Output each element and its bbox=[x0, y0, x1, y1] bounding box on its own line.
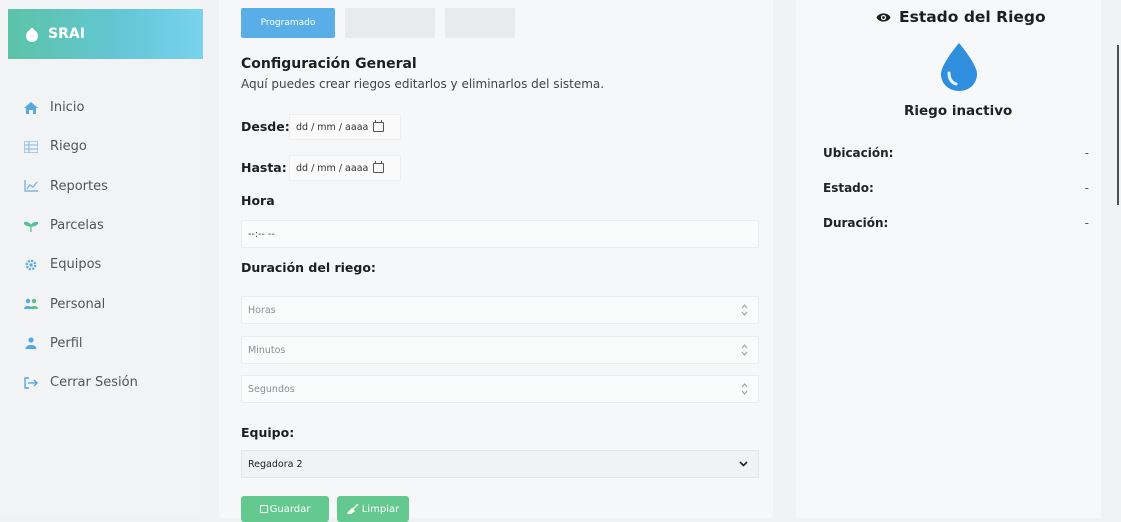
line-chart-icon bbox=[24, 180, 38, 192]
minutos-placeholder: Minutos bbox=[248, 344, 286, 356]
status-panel: Estado del Riego Riego inactivo Ubicació… bbox=[796, 0, 1101, 518]
sidebar-item-equipos[interactable]: Equipos bbox=[24, 245, 138, 284]
ubicacion-label: Ubicación: bbox=[823, 146, 894, 160]
sidebar-item-label: Parcelas bbox=[50, 218, 104, 234]
status-panel-title: Estado del Riego bbox=[876, 8, 1046, 26]
sidebar-item-personal[interactable]: Personal bbox=[24, 284, 138, 323]
sidebar: SRAI Inicio Riego Reportes Parcelas Equi… bbox=[0, 0, 203, 518]
main-panel: Programado Configuración General Aquí pu… bbox=[219, 0, 773, 522]
hora-input[interactable]: --:-- -- bbox=[241, 220, 759, 248]
horas-input[interactable]: Horas bbox=[241, 296, 759, 324]
sidebar-item-label: Equipos bbox=[50, 257, 102, 273]
segundos-placeholder: Segundos bbox=[248, 383, 295, 395]
tab-tertiary[interactable] bbox=[445, 8, 515, 38]
hasta-date-input[interactable]: dd / mm / aaaa bbox=[289, 155, 401, 181]
spinner-arrows-icon[interactable] bbox=[741, 344, 748, 356]
plant-icon bbox=[24, 220, 38, 232]
hasta-label: Hasta: bbox=[241, 160, 287, 175]
spinner-arrows-icon[interactable] bbox=[741, 383, 748, 395]
estado-value: - bbox=[1084, 181, 1089, 195]
date-placeholder: dd / mm / aaaa bbox=[296, 162, 369, 174]
sidebar-item-inicio[interactable]: Inicio bbox=[24, 88, 138, 127]
sidebar-item-label: Inicio bbox=[50, 100, 85, 116]
estado-label: Estado: bbox=[823, 181, 874, 195]
chevron-down-icon bbox=[739, 461, 748, 467]
water-drop-icon bbox=[23, 27, 41, 44]
minutos-input[interactable]: Minutos bbox=[241, 336, 759, 364]
status-panel-title-text: Estado del Riego bbox=[899, 8, 1046, 26]
table-icon bbox=[24, 140, 38, 153]
calendar-icon[interactable] bbox=[373, 120, 385, 132]
calendar-icon[interactable] bbox=[373, 161, 385, 173]
form-title: Configuración General bbox=[241, 56, 417, 72]
eye-icon bbox=[876, 12, 891, 22]
form-subtitle: Aquí puedes crear riegos editarlos y eli… bbox=[241, 77, 605, 91]
irrigation-status: Riego inactivo bbox=[904, 103, 1013, 119]
ubicacion-value: - bbox=[1084, 146, 1089, 160]
sidebar-item-perfil[interactable]: Perfil bbox=[24, 324, 138, 363]
desde-date-input[interactable]: dd / mm / aaaa bbox=[289, 114, 401, 140]
logout-icon bbox=[24, 377, 38, 389]
clear-button[interactable]: Limpiar bbox=[337, 496, 409, 522]
sidebar-item-label: Personal bbox=[50, 296, 106, 312]
sidebar-item-parcelas[interactable]: Parcelas bbox=[24, 206, 138, 245]
sidebar-item-label: Riego bbox=[50, 139, 87, 155]
broom-icon bbox=[346, 504, 359, 514]
sidebar-item-label: Perfil bbox=[50, 335, 83, 351]
duracion-info-value: - bbox=[1084, 216, 1089, 230]
spinner-arrows-icon[interactable] bbox=[741, 304, 748, 316]
sidebar-item-riego[interactable]: Riego bbox=[24, 127, 138, 166]
duracion-label: Duración del riego: bbox=[241, 260, 376, 275]
equipo-select[interactable]: Regadora 2 bbox=[241, 450, 759, 478]
sidebar-item-label: Reportes bbox=[50, 178, 108, 194]
equipo-selected-value: Regadora 2 bbox=[248, 458, 303, 470]
sidebar-nav: Inicio Riego Reportes Parcelas Equipos P… bbox=[24, 88, 138, 402]
tab-programado[interactable]: Programado bbox=[241, 8, 335, 38]
horas-placeholder: Horas bbox=[248, 304, 276, 316]
sidebar-item-label: Cerrar Sesión bbox=[50, 375, 138, 391]
tab-secondary[interactable] bbox=[345, 8, 435, 38]
desde-label: Desde: bbox=[241, 119, 290, 134]
save-icon bbox=[259, 505, 268, 513]
equipo-label: Equipo: bbox=[241, 425, 295, 440]
segundos-input[interactable]: Segundos bbox=[241, 375, 759, 403]
status-panel-scrollbar[interactable] bbox=[1117, 45, 1119, 205]
save-button-label: Guardar bbox=[269, 503, 311, 515]
home-icon bbox=[24, 101, 38, 114]
brand-name: SRAI bbox=[48, 26, 85, 42]
date-placeholder: dd / mm / aaaa bbox=[296, 121, 369, 133]
mode-tabs: Programado bbox=[241, 8, 515, 38]
save-button[interactable]: Guardar bbox=[241, 496, 329, 522]
sidebar-item-reportes[interactable]: Reportes bbox=[24, 167, 138, 206]
clear-button-label: Limpiar bbox=[361, 503, 400, 515]
duracion-info-label: Duración: bbox=[823, 216, 889, 230]
sidebar-item-cerrar-sesion[interactable]: Cerrar Sesión bbox=[24, 363, 138, 402]
hora-placeholder: --:-- -- bbox=[248, 228, 275, 240]
brand-logo[interactable]: SRAI bbox=[8, 9, 203, 59]
users-icon bbox=[24, 298, 38, 310]
water-drop-icon bbox=[941, 43, 977, 91]
hora-label: Hora bbox=[241, 193, 275, 208]
gear-icon bbox=[24, 259, 38, 271]
user-icon bbox=[24, 337, 38, 350]
